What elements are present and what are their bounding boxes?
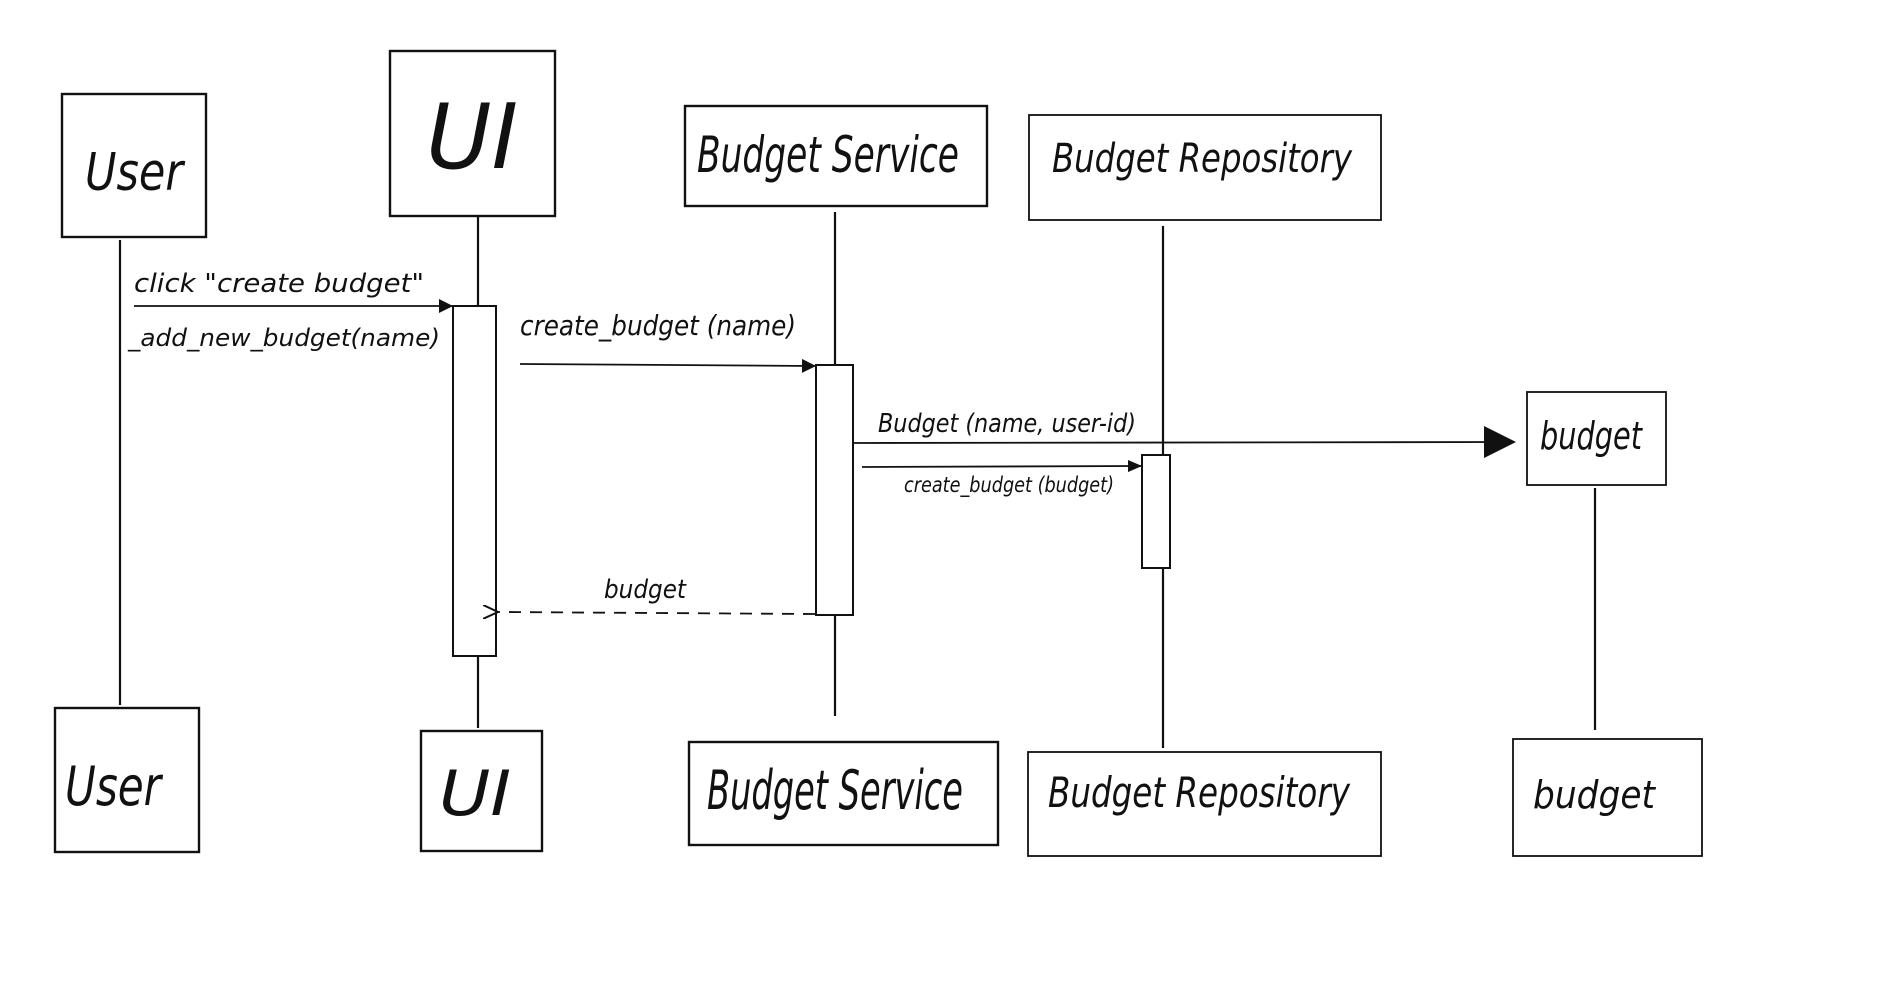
- ui-activation-bar: [452, 305, 497, 657]
- user-box-top: User: [60, 92, 208, 239]
- repository-box-bottom: Budget Repository: [1027, 751, 1382, 857]
- budget-label-bottom: budget: [1533, 773, 1657, 817]
- msg-return-budget-arrow: [498, 612, 816, 614]
- sequence-diagram: User UI Budget Service Budget Repository…: [53, 49, 1703, 857]
- repository-label-bottom: Budget Repository: [1048, 768, 1351, 817]
- ui-box-top: UI: [388, 49, 557, 218]
- ui-label-top: UI: [426, 85, 518, 190]
- ui-label-bottom: UI: [439, 757, 511, 830]
- service-label-bottom: Budget Service: [707, 759, 963, 822]
- service-label-top: Budget Service: [697, 126, 959, 184]
- budget-label-top: budget: [1540, 414, 1644, 458]
- msg-click-create-budget-label: click "create budget": [134, 269, 424, 299]
- msg-create-budget-budget-arrow: [861, 460, 1142, 473]
- msg-return-budget-label: budget: [604, 575, 687, 605]
- msg-create-budget-name-arrow: [519, 358, 816, 373]
- budget-box-bottom: budget: [1512, 738, 1703, 857]
- ui-box-bottom: UI: [419, 729, 544, 853]
- user-label-bottom: User: [65, 755, 163, 818]
- service-box-bottom: Budget Service: [687, 740, 1000, 847]
- msg-create-budget-name-label: create_budget (name): [520, 309, 796, 342]
- repository-box-top: Budget Repository: [1028, 114, 1382, 221]
- user-box-bottom: User: [53, 706, 201, 854]
- service-activation-bar: [815, 364, 854, 616]
- service-box-top: Budget Service: [683, 104, 989, 208]
- msg-budget-constructor-arrow: [852, 426, 1516, 459]
- repository-label-top: Budget Repository: [1052, 136, 1353, 182]
- repository-activation-bar: [1141, 454, 1171, 569]
- user-label-top: User: [85, 143, 186, 203]
- msg-budget-constructor-label: Budget (name, user-id): [878, 409, 1136, 439]
- budget-box-top: budget: [1526, 391, 1667, 486]
- msg-create-budget-budget-label: create_budget (budget): [904, 473, 1114, 498]
- msg-add-new-budget-label: _add_new_budget(name): [127, 324, 440, 352]
